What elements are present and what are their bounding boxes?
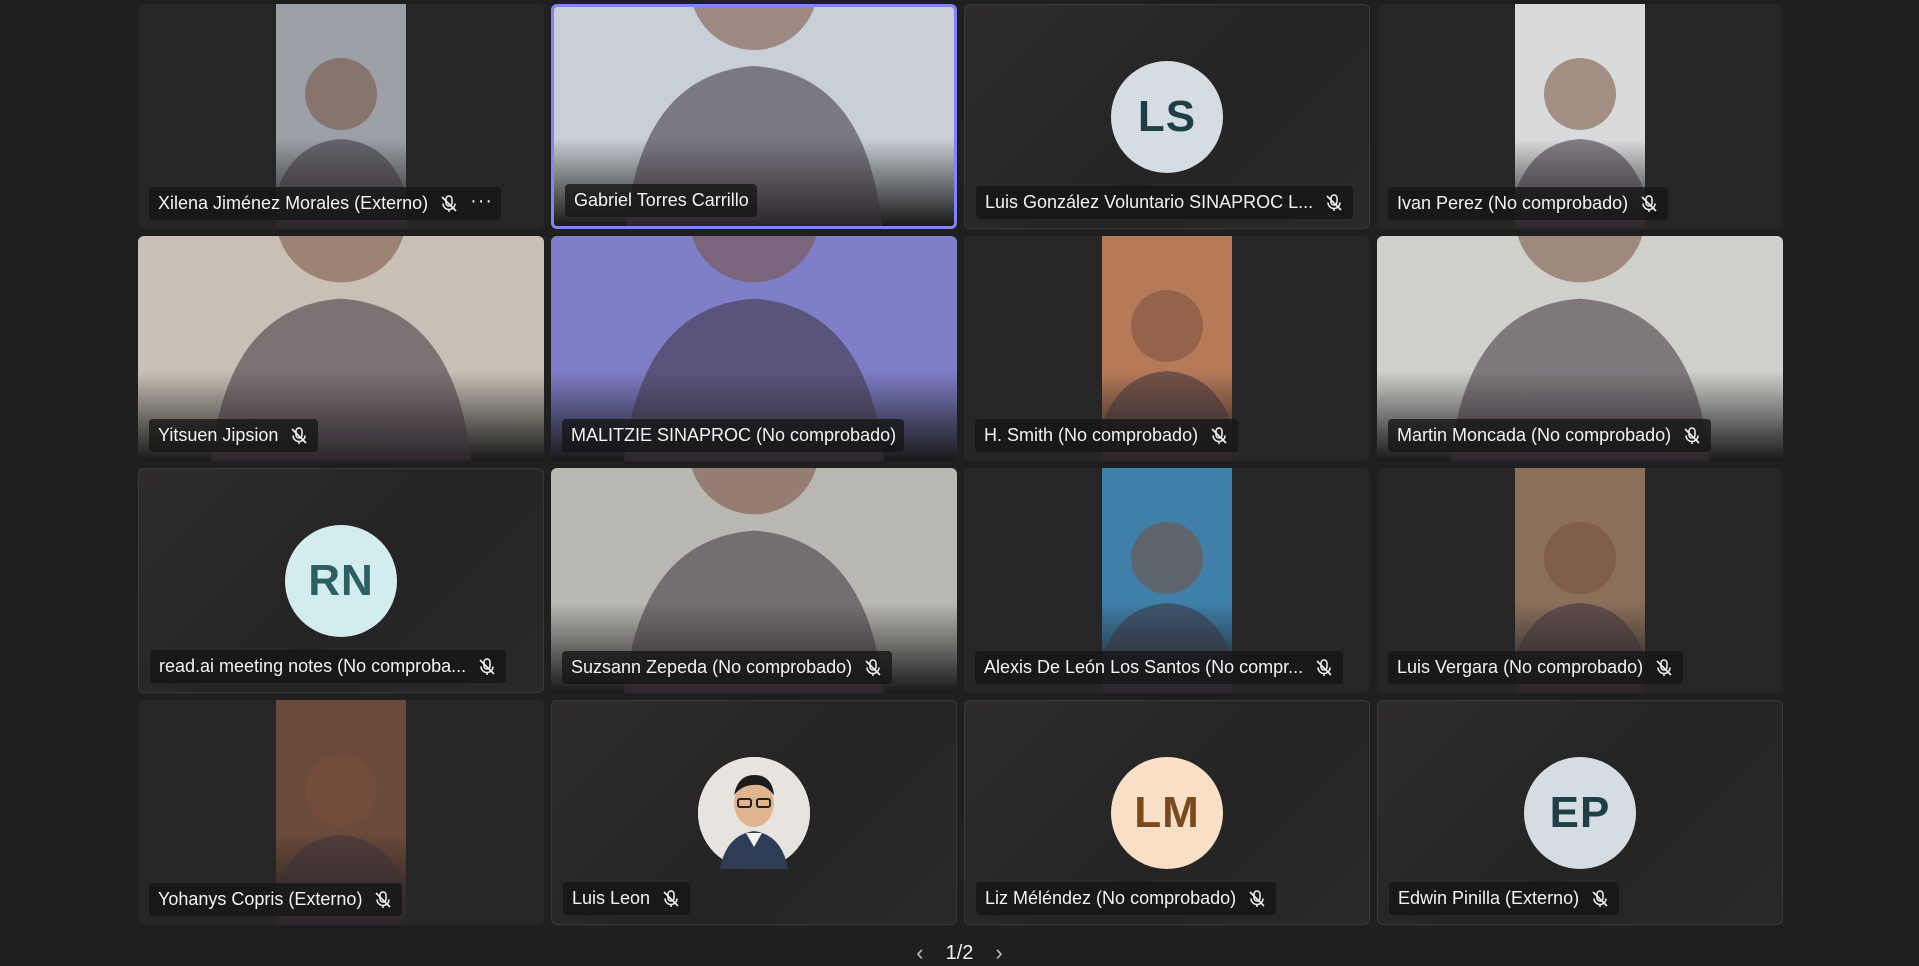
participant-tile[interactable]: Luis Vergara (No comprobado) — [1377, 468, 1783, 693]
participant-nameplate: Edwin Pinilla (Externo) — [1389, 882, 1620, 915]
avatar — [698, 756, 810, 869]
mic-muted-icon — [1208, 425, 1230, 447]
participant-tile[interactable]: Yohanys Copris (Externo) — [138, 700, 544, 925]
initials-avatar: LS — [1111, 60, 1223, 173]
participant-tile[interactable]: MALITZIE SINAPROC (No comprobado) — [551, 236, 957, 461]
mic-muted-icon — [1323, 192, 1345, 214]
participant-name: Gabriel Torres Carrillo — [574, 190, 749, 210]
participant-name: Martin Moncada (No comprobado) — [1397, 425, 1672, 445]
participant-nameplate: Yohanys Copris (Externo) — [149, 883, 403, 916]
mic-muted-icon — [862, 657, 884, 679]
participant-tile[interactable]: Martin Moncada (No comprobado) — [1377, 236, 1783, 461]
participant-nameplate: Liz Méléndez (No comprobado) — [976, 882, 1277, 915]
participant-nameplate: Yitsuen Jipsion — [149, 419, 319, 452]
participant-name: Yitsuen Jipsion — [158, 425, 279, 445]
mic-muted-icon — [660, 888, 682, 910]
participant-name: read.ai meeting notes (No comproba... — [159, 656, 467, 676]
participant-name: Alexis De León Los Santos (No compr... — [984, 657, 1304, 677]
participant-tile[interactable]: Gabriel Torres Carrillo — [551, 4, 957, 229]
participant-tile[interactable]: Suzsann Zepeda (No comprobado) — [551, 468, 957, 693]
mic-muted-icon — [372, 889, 394, 911]
participant-tile[interactable]: H. Smith (No comprobado) — [964, 236, 1370, 461]
initials-avatar: LM — [1111, 756, 1223, 869]
participant-tile[interactable]: Yitsuen Jipsion — [138, 236, 544, 461]
mic-muted-icon — [476, 656, 498, 678]
participant-nameplate: Xilena Jiménez Morales (Externo) ··· — [149, 187, 502, 220]
participant-name: Edwin Pinilla (Externo) — [1398, 888, 1580, 908]
participant-name: Ivan Perez (No comprobado) — [1397, 193, 1629, 213]
participant-name: Luis Vergara (No comprobado) — [1397, 657, 1644, 677]
participant-nameplate: Martin Moncada (No comprobado) — [1388, 419, 1712, 452]
pagination: ‹ 1/2 › — [0, 940, 1919, 966]
mic-muted-icon — [1589, 888, 1611, 910]
mic-muted-icon — [288, 425, 310, 447]
participant-tile[interactable]: Ivan Perez (No comprobado) — [1377, 4, 1783, 229]
participant-name: Luis González Voluntario SINAPROC L... — [985, 192, 1314, 212]
participant-name: Luis Leon — [572, 888, 651, 908]
participant-name: Yohanys Copris (Externo) — [158, 889, 363, 909]
initials-avatar: EP — [1524, 756, 1636, 869]
mic-muted-icon — [1653, 657, 1675, 679]
participant-nameplate: read.ai meeting notes (No comproba... — [150, 650, 507, 683]
participant-tile[interactable]: RN read.ai meeting notes (No comproba... — [138, 468, 544, 693]
mic-muted-icon — [438, 193, 460, 215]
mic-muted-icon — [1638, 193, 1660, 215]
participant-name: Xilena Jiménez Morales (Externo) — [158, 193, 429, 213]
page-indicator: 1/2 — [945, 941, 974, 964]
initials-avatar: RN — [285, 524, 397, 637]
participant-tile[interactable]: Xilena Jiménez Morales (Externo) ··· — [138, 4, 544, 229]
participant-name: Liz Méléndez (No comprobado) — [985, 888, 1237, 908]
participant-tile[interactable]: Alexis De León Los Santos (No compr... — [964, 468, 1370, 693]
participant-name: MALITZIE SINAPROC (No comprobado) — [571, 425, 897, 445]
participant-nameplate: Luis Vergara (No comprobado) — [1388, 651, 1684, 684]
mic-muted-icon — [1681, 425, 1703, 447]
mic-muted-icon — [1246, 888, 1268, 910]
participant-nameplate: Luis González Voluntario SINAPROC L... — [976, 186, 1354, 219]
more-options-icon[interactable]: ··· — [470, 191, 493, 217]
participant-nameplate: Gabriel Torres Carrillo — [565, 184, 757, 217]
participant-name: Suzsann Zepeda (No comprobado) — [571, 657, 853, 677]
participant-nameplate: MALITZIE SINAPROC (No comprobado) — [562, 419, 905, 452]
participant-tile[interactable]: EP Edwin Pinilla (Externo) — [1377, 700, 1783, 925]
participant-nameplate: Suzsann Zepeda (No comprobado) — [562, 651, 893, 684]
participant-tile[interactable]: LM Liz Méléndez (No comprobado) — [964, 700, 1370, 925]
participant-tile[interactable]: LS Luis González Voluntario SINAPROC L... — [964, 4, 1370, 229]
next-page-icon[interactable]: › — [995, 940, 1002, 966]
participant-nameplate: H. Smith (No comprobado) — [975, 419, 1239, 452]
mic-muted-icon — [1313, 657, 1335, 679]
participant-nameplate: Ivan Perez (No comprobado) — [1388, 187, 1669, 220]
participant-tile[interactable]: Luis Leon — [551, 700, 957, 925]
participant-nameplate: Alexis De León Los Santos (No compr... — [975, 651, 1344, 684]
participant-name: H. Smith (No comprobado) — [984, 425, 1199, 445]
previous-page-icon[interactable]: ‹ — [916, 940, 923, 966]
participant-nameplate: Luis Leon — [563, 882, 691, 915]
